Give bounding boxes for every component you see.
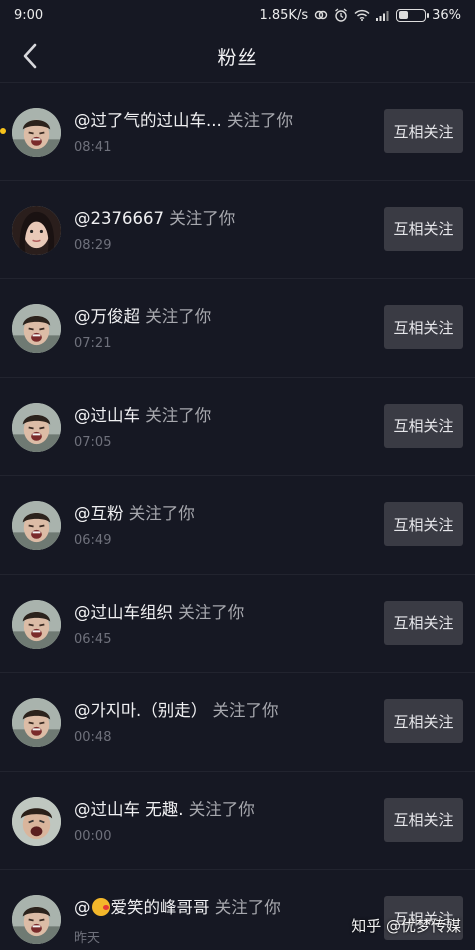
status-time: 9:00 — [14, 7, 44, 23]
follower-name[interactable]: @过山车 — [74, 406, 140, 425]
avatar[interactable] — [12, 698, 61, 747]
chevron-left-icon — [23, 43, 37, 69]
follow-back-button[interactable]: 互相关注 — [384, 109, 463, 153]
wifi-icon — [354, 9, 370, 21]
follow-back-button[interactable]: 互相关注 — [384, 797, 463, 842]
back-button[interactable] — [14, 40, 46, 72]
follower-message: @过山车组织 关注了你 — [74, 599, 375, 623]
follow-action-text: 关注了你 — [227, 111, 293, 130]
status-bar: 9:00 1.85K/s 36% — [0, 0, 475, 30]
follower-info: @万俊超 关注了你 07:21 — [74, 303, 375, 351]
avatar[interactable] — [12, 205, 61, 255]
follower-name-prefix: @ — [74, 898, 91, 917]
follow-back-button[interactable]: 互相关注 — [384, 699, 463, 743]
follower-row[interactable]: @互粉 关注了你 06:49 互相关注 — [0, 476, 475, 575]
follower-message: @过山车 无趣. 关注了你 — [74, 796, 375, 820]
follower-name[interactable]: @过山车组织 — [74, 603, 173, 622]
follow-action-text: 关注了你 — [178, 602, 245, 622]
follower-name[interactable]: @过山车 无趣. — [74, 800, 184, 819]
battery-icon — [396, 8, 430, 22]
follower-message: @过山车 关注了你 — [74, 402, 375, 426]
follower-list: @过了气的过山车... 关注了你 08:41 互相关注 @2376667 关注了你 08… — [0, 82, 475, 950]
avatar[interactable] — [12, 599, 61, 649]
follower-info: @过山车组织 关注了你 06:45 — [74, 599, 375, 647]
follow-action-text: 关注了你 — [145, 405, 212, 425]
follow-time: 07:21 — [74, 336, 112, 351]
follower-info: @2376667 关注了你 08:29 — [74, 205, 375, 253]
follower-row[interactable]: @过山车 无趣. 关注了你 00:00 互相关注 — [0, 772, 475, 870]
follower-message: @万俊超 关注了你 — [74, 303, 375, 327]
status-indicators: 1.85K/s 36% — [259, 8, 461, 23]
follower-info: @过了气的过山车... 关注了你 08:41 — [74, 107, 375, 155]
follower-name[interactable]: @万俊超 — [74, 307, 140, 326]
avatar[interactable] — [12, 304, 61, 353]
follow-action-text: 关注了你 — [188, 799, 255, 819]
follower-info: @가지마.（别走） 关注了你 00:48 — [74, 697, 375, 745]
follower-name[interactable]: @가지마.（别走） — [74, 701, 207, 720]
follower-row[interactable]: @가지마.（别走） 关注了你 00:48 互相关注 — [0, 673, 475, 772]
follower-info: @过山车 关注了你 07:05 — [74, 402, 375, 450]
follow-time: 00:00 — [74, 828, 112, 844]
follower-name[interactable]: @2376667 — [74, 209, 164, 228]
avatar[interactable] — [12, 895, 61, 944]
follow-back-button[interactable]: 互相关注 — [384, 600, 463, 645]
follow-action-text: 关注了你 — [145, 307, 212, 326]
follow-time: 07:05 — [74, 434, 112, 450]
follow-back-button[interactable]: 互相关注 — [384, 403, 463, 448]
avatar[interactable] — [12, 501, 61, 550]
follower-message: @가지마.（别走） 关注了你 — [74, 697, 375, 721]
follower-row[interactable]: @过了气的过山车... 关注了你 08:41 互相关注 — [0, 82, 475, 181]
follow-time: 08:29 — [74, 237, 112, 253]
follow-action-text: 关注了你 — [169, 208, 236, 228]
avatar[interactable] — [12, 402, 61, 452]
follower-row[interactable]: @万俊超 关注了你 07:21 互相关注 — [0, 279, 475, 378]
follower-message: @过了气的过山车... 关注了你 — [74, 107, 375, 131]
battery-level — [398, 11, 408, 19]
follower-name[interactable]: @过了气的过山车... — [74, 111, 222, 130]
follow-action-text: 关注了你 — [214, 898, 281, 917]
page-header: 粉丝 — [0, 30, 475, 82]
follower-message: @2376667 关注了你 — [74, 205, 375, 229]
follower-row[interactable]: @过山车 关注了你 07:05 互相关注 — [0, 378, 475, 476]
kiss-emoji-icon — [91, 898, 110, 916]
follow-time: 00:48 — [74, 730, 112, 745]
follower-name-suffix: 爱笑的峰哥哥 — [110, 898, 210, 917]
follow-action-text: 关注了你 — [212, 701, 279, 720]
avatar[interactable] — [12, 796, 61, 846]
follow-time: 06:49 — [74, 533, 112, 548]
follower-name[interactable]: @互粉 — [74, 504, 124, 523]
follower-message: @ 爱笑的峰哥哥 关注了你 — [74, 894, 375, 918]
follower-info: @过山车 无趣. 关注了你 00:00 — [74, 796, 375, 844]
signal-icon — [376, 9, 390, 21]
follow-time: 08:41 — [74, 140, 112, 155]
follow-back-button[interactable]: 互相关注 — [384, 206, 463, 251]
follow-action-text: 关注了你 — [128, 504, 195, 523]
alarm-icon — [334, 8, 348, 22]
follow-back-button[interactable]: 互相关注 — [384, 502, 463, 546]
link-icon — [314, 9, 328, 21]
watermark: 知乎 @优梦传媒 — [351, 917, 461, 935]
page-title: 粉丝 — [217, 46, 258, 69]
battery-percent: 36% — [432, 7, 461, 23]
net-speed: 1.85K/s — [259, 7, 309, 23]
follow-back-button[interactable]: 互相关注 — [384, 305, 463, 349]
unread-dot — [0, 128, 6, 134]
follower-row[interactable]: @过山车组织 关注了你 06:45 互相关注 — [0, 575, 475, 673]
follower-row[interactable]: @ 爱笑的峰哥哥 关注了你 昨天 互相关注 — [0, 870, 475, 950]
follower-message: @互粉 关注了你 — [74, 500, 375, 524]
follower-row[interactable]: @2376667 关注了你 08:29 互相关注 — [0, 181, 475, 279]
follower-name[interactable]: @ 爱笑的峰哥哥 — [74, 898, 210, 917]
follower-info: @ 爱笑的峰哥哥 关注了你昨天 — [74, 894, 375, 946]
follow-time: 06:45 — [74, 631, 112, 647]
avatar[interactable] — [12, 108, 61, 157]
follower-info: @互粉 关注了你 06:49 — [74, 500, 375, 548]
follow-time: 昨天 — [74, 931, 101, 946]
